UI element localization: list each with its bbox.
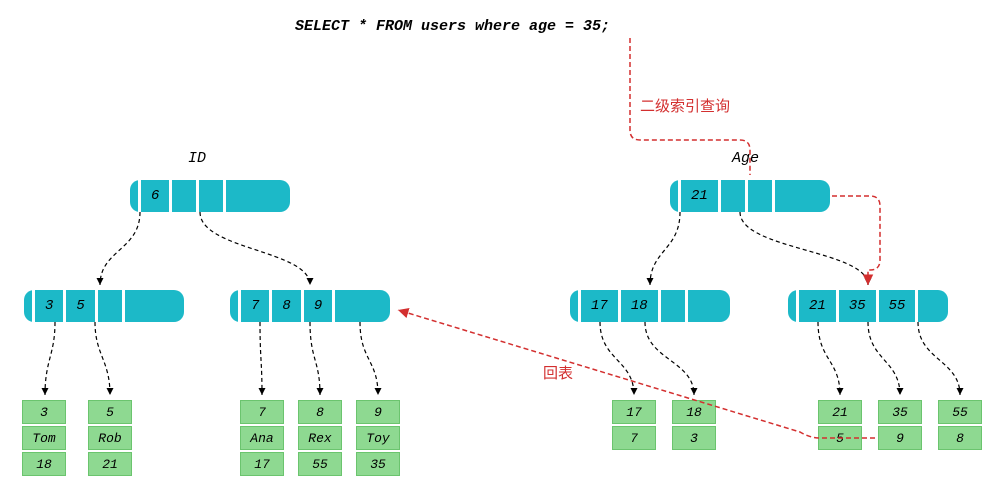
leaf-ptr: 9 <box>878 426 922 450</box>
id-l2a-1: 5 <box>68 298 92 314</box>
leaf-age-55: 55 8 <box>938 400 982 450</box>
leaf-key: 18 <box>672 400 716 424</box>
leaf-age: 55 <box>298 452 342 476</box>
id-l2b-2: 9 <box>306 298 330 314</box>
leaf-id-9: 9 Toy 35 <box>356 400 400 476</box>
age-l2-b: 21 35 55 <box>788 290 948 322</box>
leaf-key: 35 <box>878 400 922 424</box>
leaf-ptr: 8 <box>938 426 982 450</box>
leaf-age-18: 18 3 <box>672 400 716 450</box>
sql-query: SELECT * FROM users where age = 35; <box>295 18 610 35</box>
leaf-key: 55 <box>938 400 982 424</box>
leaf-ptr: 3 <box>672 426 716 450</box>
leaf-name: Toy <box>356 426 400 450</box>
leaf-name: Ana <box>240 426 284 450</box>
leaf-id: 9 <box>356 400 400 424</box>
id-l2-b: 7 8 9 <box>230 290 390 322</box>
annotation-back-to-table: 回表 <box>543 362 573 383</box>
id-root-node: 6 <box>130 180 290 212</box>
id-l2a-0: 3 <box>37 298 61 314</box>
annotation-secondary-index: 二级索引查询 <box>640 95 730 116</box>
leaf-id: 3 <box>22 400 66 424</box>
age-l2b-2: 55 <box>881 298 914 314</box>
leaf-name: Rex <box>298 426 342 450</box>
leaf-id-5: 5 Rob 21 <box>88 400 132 476</box>
leaf-name: Tom <box>22 426 66 450</box>
id-l2-a: 3 5 <box>24 290 184 322</box>
age-l2b-1: 35 <box>841 298 874 314</box>
id-tree-label: ID <box>188 150 206 167</box>
leaf-age-21: 21 5 <box>818 400 862 450</box>
leaf-key: 21 <box>818 400 862 424</box>
age-tree-label: Age <box>732 150 759 167</box>
leaf-id-7: 7 Ana 17 <box>240 400 284 476</box>
leaf-id: 5 <box>88 400 132 424</box>
age-l2b-0: 21 <box>801 298 834 314</box>
age-l2a-0: 17 <box>583 298 616 314</box>
id-root-val: 6 <box>143 188 167 204</box>
id-l2b-0: 7 <box>243 298 267 314</box>
leaf-id-3: 3 Tom 18 <box>22 400 66 476</box>
leaf-age: 18 <box>22 452 66 476</box>
leaf-id: 7 <box>240 400 284 424</box>
leaf-age-35: 35 9 <box>878 400 922 450</box>
leaf-ptr: 5 <box>818 426 862 450</box>
leaf-age: 17 <box>240 452 284 476</box>
leaf-age: 35 <box>356 452 400 476</box>
id-l2b-1: 8 <box>274 298 298 314</box>
leaf-age-17: 17 7 <box>612 400 656 450</box>
age-l2-a: 17 18 <box>570 290 730 322</box>
age-l2a-1: 18 <box>623 298 656 314</box>
age-root-node: 21 <box>670 180 830 212</box>
leaf-id: 8 <box>298 400 342 424</box>
leaf-age: 21 <box>88 452 132 476</box>
leaf-key: 17 <box>612 400 656 424</box>
leaf-id-8: 8 Rex 55 <box>298 400 342 476</box>
age-root-val: 21 <box>683 188 716 204</box>
leaf-ptr: 7 <box>612 426 656 450</box>
leaf-name: Rob <box>88 426 132 450</box>
